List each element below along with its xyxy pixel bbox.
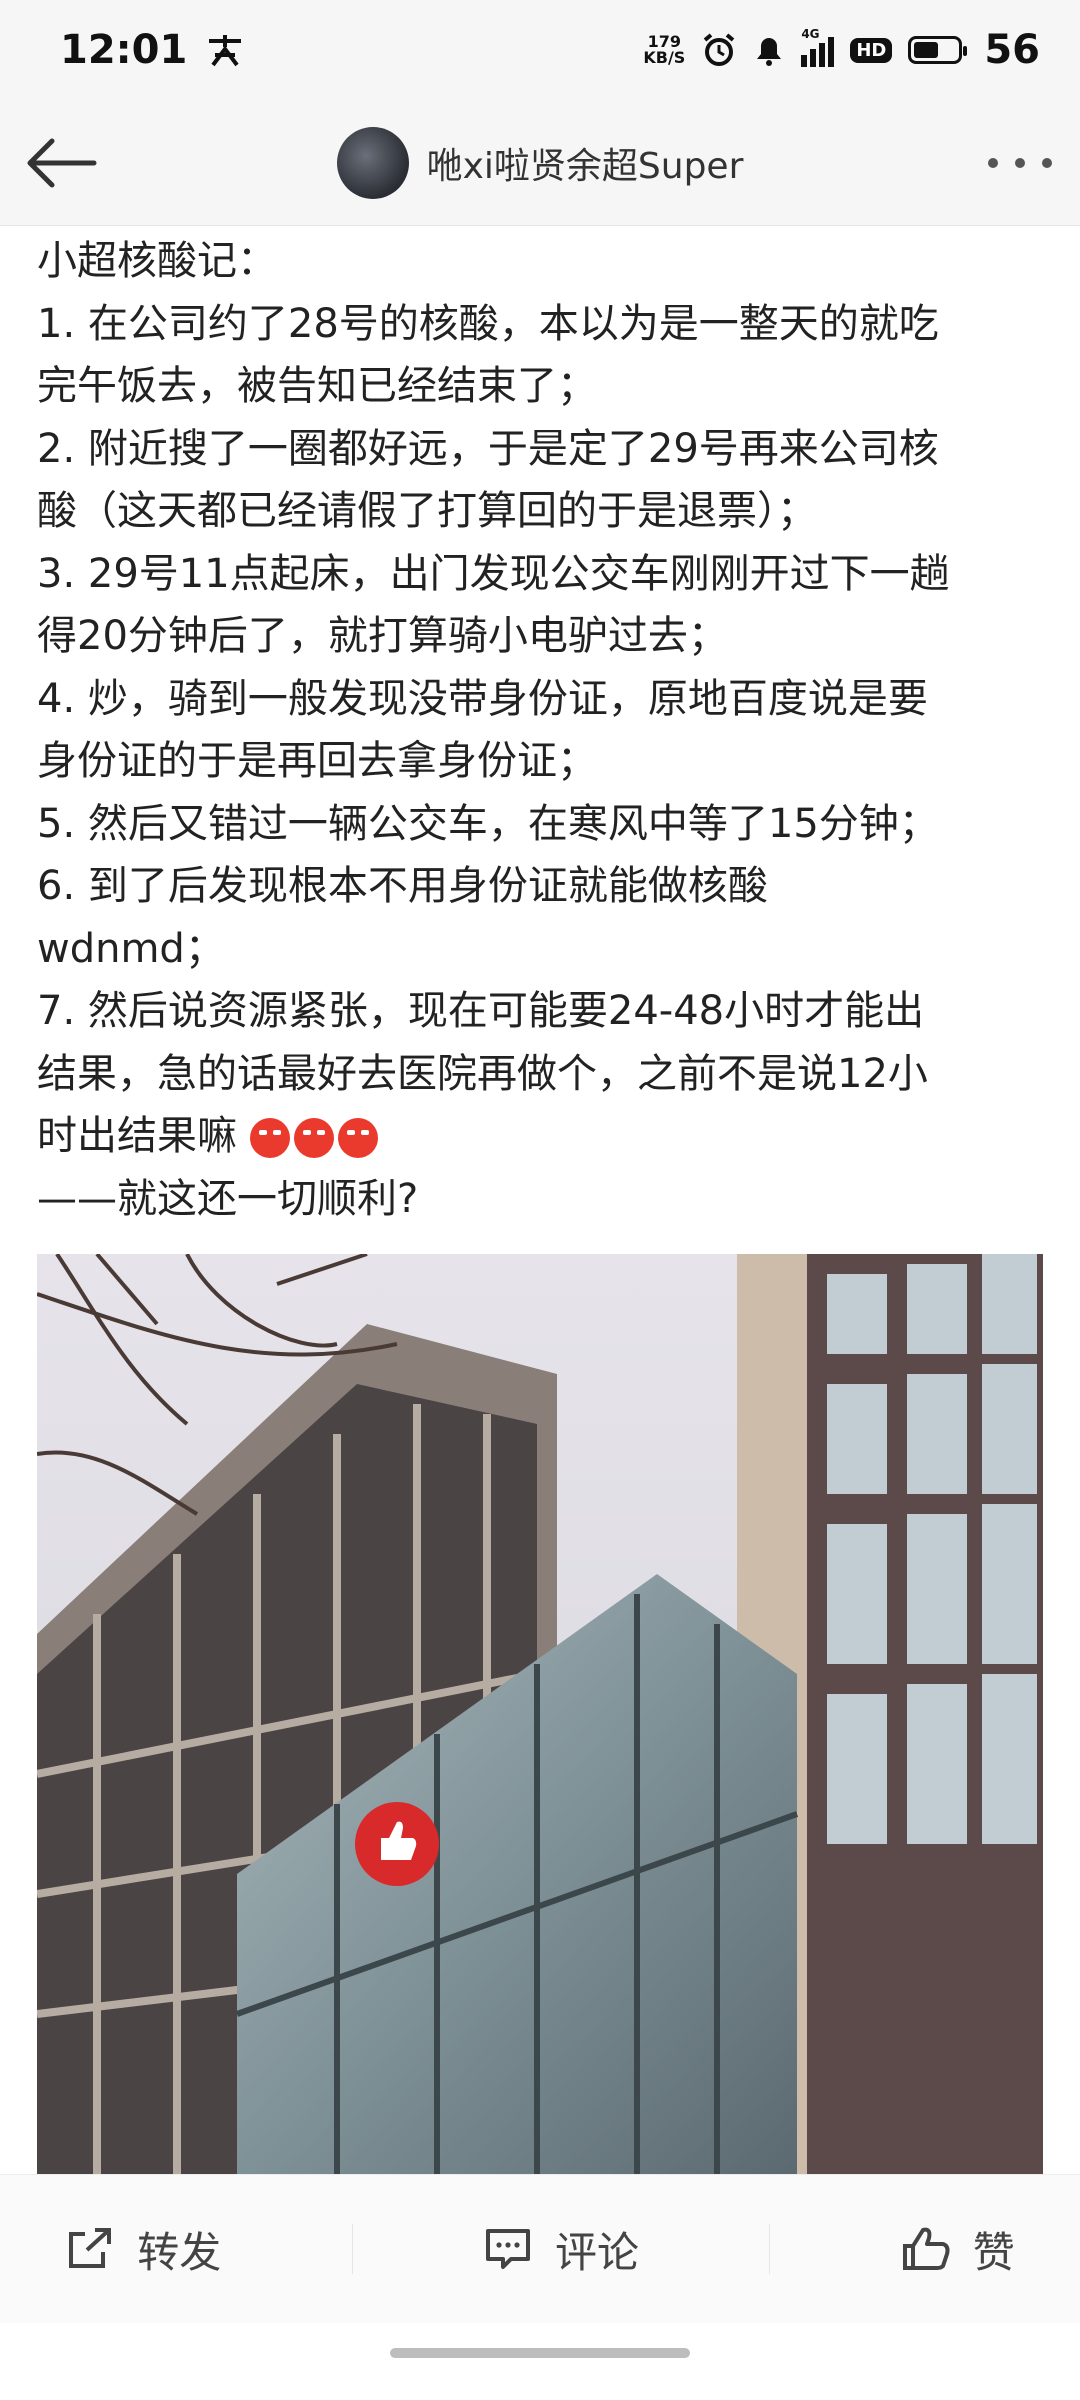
network-speed: 179 KB/S — [643, 34, 685, 66]
post-line: 6. 到了后发现根本不用身份证就能做核酸 — [37, 863, 768, 909]
post-line: 身份证的于是再回去拿身份证； — [37, 738, 597, 784]
avatar[interactable] — [336, 126, 409, 199]
comment-label: 评论 — [554, 2227, 639, 2277]
repost-button[interactable]: 转发 — [65, 2219, 221, 2280]
post-line: 小超核酸记： — [37, 238, 277, 284]
post-line: ——就这还一切顺利? — [37, 1175, 419, 1222]
post-line: 完午饭去，被告知已经结束了； — [37, 363, 597, 409]
post-line: 得20分钟后了，就打算骑小电驴过去； — [37, 613, 728, 659]
repost-label: 转发 — [137, 2227, 222, 2277]
action-divider — [351, 2224, 353, 2274]
angry-face-emoji-icon — [293, 1118, 334, 1158]
battery-icon — [908, 36, 968, 64]
comment-icon — [485, 2229, 530, 2269]
status-bar: 12:01 179 KB/S 4G HD 56 — [0, 0, 1080, 100]
post-line: 3. 29号11点起床，出门发现公交车刚刚开过下一趟 — [37, 550, 950, 597]
battery-percent: 56 — [984, 27, 1040, 73]
like-label: 赞 — [972, 2227, 1015, 2277]
bottom-action-bar: 转发 评论 赞 — [0, 2174, 1080, 2323]
post-line: wdnmd； — [37, 925, 225, 972]
post-line-with-emoji: 时出结果嘛 — [37, 1105, 1043, 1168]
status-left: 12:01 — [60, 27, 245, 73]
clock: 12:01 — [60, 27, 188, 73]
hd-voice-icon: HD — [850, 37, 893, 63]
cellular-signal-icon: 4G — [801, 27, 835, 67]
alarm-icon — [704, 33, 735, 66]
post-line: 1. 在公司约了28号的核酸，本以为是一整天的就吃 — [37, 300, 939, 347]
post-image[interactable] — [37, 1254, 1043, 2174]
post-line: 酸（这天都已经请假了打算回的于是退票）； — [37, 488, 817, 534]
post-line: 5. 然后又错过一辆公交车，在寒风中等了15分钟； — [37, 800, 939, 847]
building-photo-illustration — [37, 1254, 1043, 2174]
back-button[interactable] — [0, 100, 120, 226]
post-line: 4. 炒，骑到一般发现没带身份证，原地百度说是要 — [37, 675, 928, 722]
user-header[interactable]: 咃xi啦贤余超Super — [336, 126, 744, 199]
like-button[interactable]: 赞 — [901, 2219, 1015, 2280]
more-dots-icon — [988, 157, 1052, 168]
bell-icon — [757, 38, 782, 66]
hd-label: HD — [856, 39, 887, 61]
home-indicator[interactable] — [390, 2348, 690, 2358]
post-line: 时出结果嘛 — [37, 1113, 237, 1159]
post-line: 结果，急的话最好去医院再做个，之前不是说12小 — [37, 1050, 928, 1097]
more-button[interactable] — [960, 100, 1080, 226]
top-navigation: 咃xi啦贤余超Super — [0, 100, 1080, 226]
angry-face-emoji-icon — [249, 1118, 290, 1158]
post-line: 2. 附近搜了一圈都好远，于是定了29号再来公司核 — [37, 425, 939, 472]
action-divider — [769, 2224, 771, 2274]
status-right: 179 KB/S 4G HD 56 — [643, 27, 1040, 73]
angry-face-emoji-icon — [337, 1118, 378, 1158]
post-text: 小超核酸记： 1. 在公司约了28号的核酸，本以为是一整天的就吃 完午饭去，被告… — [37, 230, 1043, 1230]
page-title: 咃xi啦贤余超Super — [426, 145, 744, 187]
app-notification-icon — [209, 35, 242, 67]
post-line: 7. 然后说资源紧张，现在可能要24-48小时才能出 — [37, 988, 925, 1034]
battery-fill — [914, 42, 938, 58]
post-content: 小超核酸记： 1. 在公司约了28号的核酸，本以为是一整天的就吃 完午饭去，被告… — [37, 230, 1043, 1230]
back-arrow-icon — [27, 138, 97, 187]
emoji-group — [249, 1118, 378, 1158]
network-type-label: 4G — [801, 27, 820, 41]
network-speed-unit: KB/S — [643, 48, 686, 67]
share-icon — [69, 2228, 112, 2268]
comment-button[interactable]: 评论 — [483, 2219, 639, 2280]
thumbs-up-icon — [902, 2227, 950, 2270]
